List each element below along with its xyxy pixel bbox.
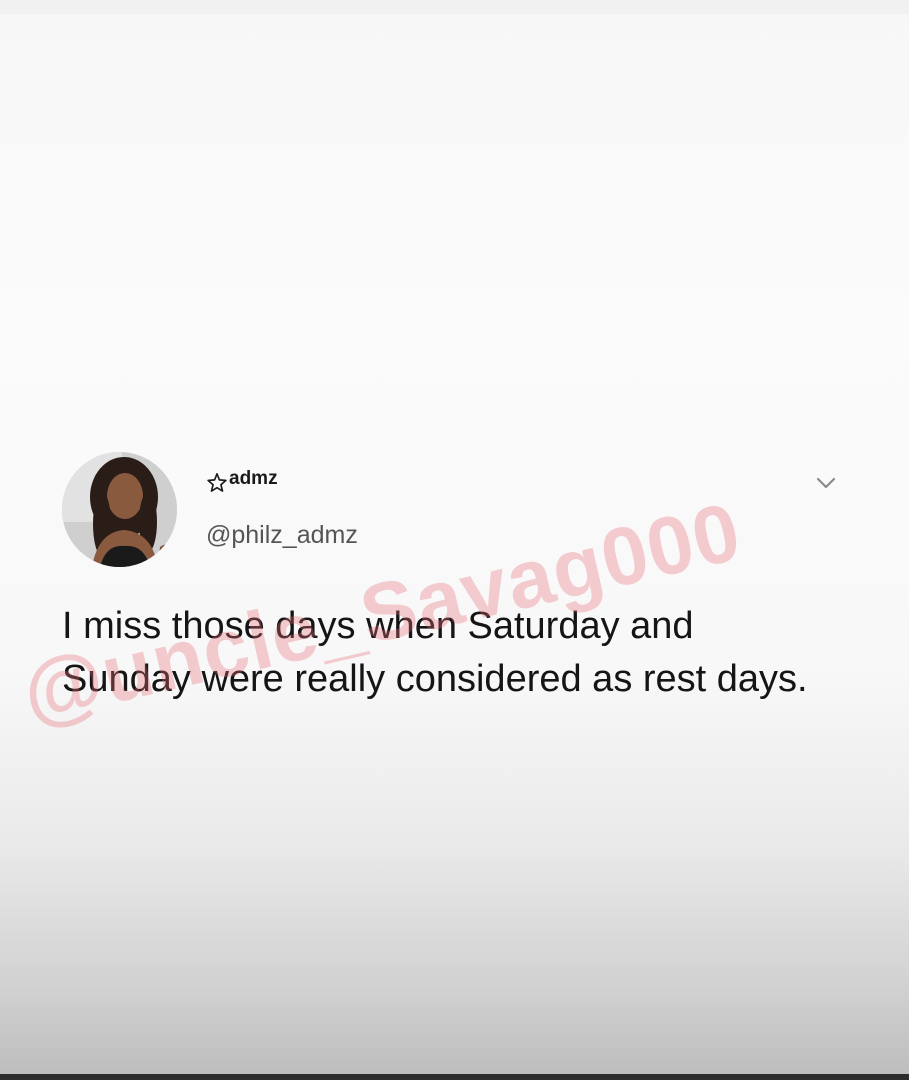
tweet-card: admz @philz_admz I miss those days when … xyxy=(0,440,909,770)
avatar-image xyxy=(62,452,177,567)
avatar[interactable] xyxy=(62,452,177,567)
star-outline-icon xyxy=(206,472,228,494)
top-strip xyxy=(0,0,909,14)
chevron-down-icon[interactable] xyxy=(812,473,840,493)
display-name[interactable]: admz xyxy=(206,468,278,494)
username[interactable]: @philz_admz xyxy=(206,521,358,550)
bottom-bar xyxy=(0,1074,909,1080)
tweet-text: I miss those days when Saturday and Sund… xyxy=(62,605,808,700)
display-name-text: admz xyxy=(229,468,278,489)
